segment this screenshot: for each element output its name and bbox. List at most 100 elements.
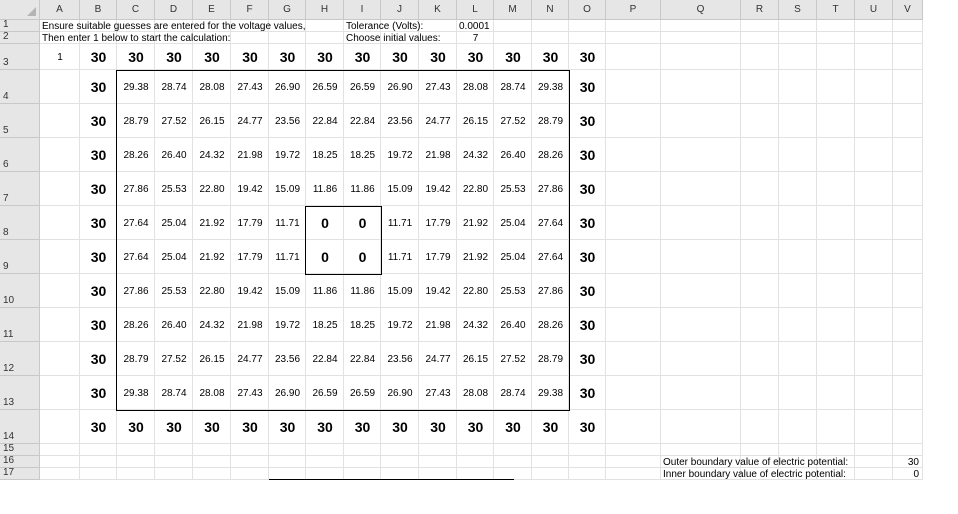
potential-cell-n8[interactable]: 27.64 [532,206,569,240]
boundary-cell-b6[interactable]: 30 [80,138,117,172]
potential-cell-e7[interactable]: 22.80 [193,172,231,206]
potential-cell-h6[interactable]: 18.25 [306,138,344,172]
column-header-l[interactable]: L [457,0,494,20]
column-header-j[interactable]: J [381,0,419,20]
potential-cell-f11[interactable]: 21.98 [231,308,269,342]
column-header-s[interactable]: S [779,0,817,20]
potential-cell-j13[interactable]: 26.90 [381,376,419,410]
potential-cell-i13[interactable]: 26.59 [344,376,381,410]
potential-cell-d7[interactable]: 25.53 [155,172,193,206]
potential-cell-c11[interactable]: 28.26 [117,308,155,342]
potential-cell-l9[interactable]: 21.92 [457,240,494,274]
potential-cell-e12[interactable]: 26.15 [193,342,231,376]
potential-cell-c13[interactable]: 29.38 [117,376,155,410]
column-header-t[interactable]: T [817,0,855,20]
potential-cell-i4[interactable]: 26.59 [344,70,381,104]
column-header-e[interactable]: E [193,0,231,20]
boundary-cell-j14[interactable]: 30 [381,410,419,444]
potential-cell-j12[interactable]: 23.56 [381,342,419,376]
potential-cell-g7[interactable]: 15.09 [269,172,306,206]
potential-cell-f7[interactable]: 19.42 [231,172,269,206]
potential-cell-e11[interactable]: 24.32 [193,308,231,342]
potential-cell-n10[interactable]: 27.86 [532,274,569,308]
inner-zero-cell-h8[interactable]: 0 [306,206,344,240]
potential-cell-g12[interactable]: 23.56 [269,342,306,376]
potential-cell-c9[interactable]: 27.64 [117,240,155,274]
potential-cell-j10[interactable]: 15.09 [381,274,419,308]
boundary-cell-n3[interactable]: 30 [532,44,569,70]
boundary-cell-c14[interactable]: 30 [117,410,155,444]
cell-l1-tolerance-value[interactable]: 0.0001 [457,20,532,32]
cell-i2-initial-values-label[interactable]: Choose initial values: [344,32,457,44]
potential-cell-e5[interactable]: 26.15 [193,104,231,138]
potential-cell-c8[interactable]: 27.64 [117,206,155,240]
boundary-cell-d14[interactable]: 30 [155,410,193,444]
potential-cell-f12[interactable]: 24.77 [231,342,269,376]
potential-cell-n11[interactable]: 28.26 [532,308,569,342]
potential-cell-i10[interactable]: 11.86 [344,274,381,308]
potential-cell-c5[interactable]: 28.79 [117,104,155,138]
inner-zero-cell-h9[interactable]: 0 [306,240,344,274]
cell-a2-instruction-line2[interactable]: Then enter 1 below to start the calculat… [40,32,344,44]
potential-cell-m5[interactable]: 27.52 [494,104,532,138]
potential-cell-j4[interactable]: 26.90 [381,70,419,104]
boundary-cell-b12[interactable]: 30 [80,342,117,376]
column-header-a[interactable]: A [40,0,80,20]
row-header-4[interactable]: 4 [0,70,40,104]
cell-v17-inner-boundary-value[interactable]: 0 [893,468,923,480]
column-header-r[interactable]: R [741,0,779,20]
boundary-cell-o3[interactable]: 30 [569,44,606,70]
potential-cell-e9[interactable]: 21.92 [193,240,231,274]
potential-cell-c12[interactable]: 28.79 [117,342,155,376]
potential-cell-l5[interactable]: 26.15 [457,104,494,138]
potential-cell-n9[interactable]: 27.64 [532,240,569,274]
column-header-k[interactable]: K [419,0,457,20]
inner-zero-cell-i8[interactable]: 0 [344,206,381,240]
column-header-n[interactable]: N [532,0,569,20]
potential-cell-l10[interactable]: 22.80 [457,274,494,308]
potential-cell-m7[interactable]: 25.53 [494,172,532,206]
potential-cell-f9[interactable]: 17.79 [231,240,269,274]
boundary-cell-c3[interactable]: 30 [117,44,155,70]
potential-cell-m9[interactable]: 25.04 [494,240,532,274]
boundary-cell-o8[interactable]: 30 [569,206,606,240]
boundary-cell-o11[interactable]: 30 [569,308,606,342]
boundary-cell-o12[interactable]: 30 [569,342,606,376]
column-header-u[interactable]: U [855,0,893,20]
potential-cell-k7[interactable]: 19.42 [419,172,457,206]
boundary-cell-b13[interactable]: 30 [80,376,117,410]
boundary-cell-b4[interactable]: 30 [80,70,117,104]
potential-cell-m10[interactable]: 25.53 [494,274,532,308]
potential-cell-n5[interactable]: 28.79 [532,104,569,138]
potential-cell-l13[interactable]: 28.08 [457,376,494,410]
potential-cell-k5[interactable]: 24.77 [419,104,457,138]
row-header-3[interactable]: 3 [0,44,40,70]
potential-cell-e8[interactable]: 21.92 [193,206,231,240]
column-header-p[interactable]: P [606,0,661,20]
boundary-cell-g3[interactable]: 30 [269,44,306,70]
boundary-cell-f14[interactable]: 30 [231,410,269,444]
potential-cell-f13[interactable]: 27.43 [231,376,269,410]
boundary-cell-e14[interactable]: 30 [193,410,231,444]
boundary-cell-o4[interactable]: 30 [569,70,606,104]
potential-cell-d8[interactable]: 25.04 [155,206,193,240]
boundary-cell-b7[interactable]: 30 [80,172,117,206]
cell-a1-instruction-line1[interactable]: Ensure suitable guesses are entered for … [40,20,344,32]
column-header-f[interactable]: F [231,0,269,20]
boundary-cell-l3[interactable]: 30 [457,44,494,70]
column-header-g[interactable]: G [269,0,306,20]
potential-cell-f8[interactable]: 17.79 [231,206,269,240]
potential-cell-l6[interactable]: 24.32 [457,138,494,172]
inner-zero-cell-i9[interactable]: 0 [344,240,381,274]
boundary-cell-j3[interactable]: 30 [381,44,419,70]
potential-cell-k10[interactable]: 19.42 [419,274,457,308]
potential-cell-i5[interactable]: 22.84 [344,104,381,138]
row-header-14[interactable]: 14 [0,410,40,444]
potential-cell-j5[interactable]: 23.56 [381,104,419,138]
potential-cell-d9[interactable]: 25.04 [155,240,193,274]
potential-cell-d4[interactable]: 28.74 [155,70,193,104]
potential-cell-i12[interactable]: 22.84 [344,342,381,376]
boundary-cell-b8[interactable]: 30 [80,206,117,240]
potential-cell-g13[interactable]: 26.90 [269,376,306,410]
potential-cell-j7[interactable]: 15.09 [381,172,419,206]
